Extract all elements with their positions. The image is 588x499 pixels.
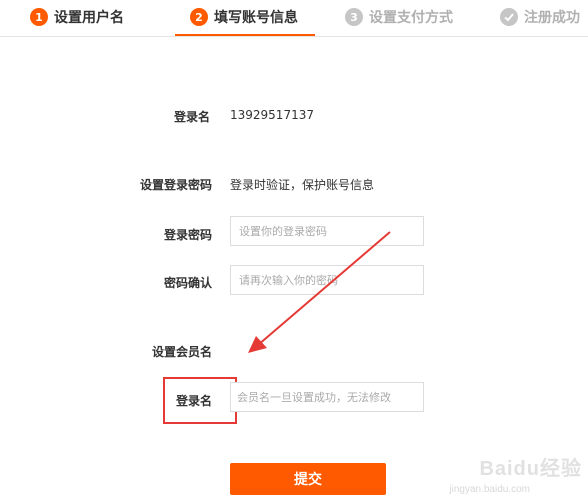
baidu-watermark-url: jingyan.baidu.com	[449, 484, 530, 495]
step-label: 设置用户名	[54, 10, 124, 26]
step-number-badge: 1	[30, 8, 48, 26]
member-name-placeholder: 会员名一旦设置成功，无法修改	[237, 391, 391, 404]
password-label: 登录密码	[163, 228, 212, 242]
steps-divider	[0, 36, 588, 37]
step-set-payment: 3 设置支付方式	[345, 5, 453, 29]
password-placeholder: 设置你的登录密码	[239, 225, 327, 238]
registration-steps: 1 设置用户名 2 填写账号信息 3 设置支付方式 注册成功	[0, 0, 588, 38]
member-name-input[interactable]: 会员名一旦设置成功，无法修改	[230, 382, 424, 412]
annotation-arrow-icon	[248, 231, 391, 353]
set-password-section-label: 设置登录密码	[139, 178, 212, 192]
set-password-hint: 登录时验证，保护账号信息	[230, 178, 375, 192]
step-register-success: 注册成功	[500, 5, 580, 29]
step-label: 注册成功	[524, 10, 580, 26]
step-fill-account-info: 2 填写账号信息	[190, 5, 298, 29]
confirm-password-label: 密码确认	[163, 276, 212, 290]
baidu-watermark: Baidu经验	[479, 458, 582, 480]
step-number-badge: 3	[345, 8, 363, 26]
check-icon	[500, 8, 518, 26]
step-number-badge: 2	[190, 8, 208, 26]
step-set-username: 1 设置用户名	[30, 5, 124, 29]
member-name-section-label: 设置会员名	[151, 345, 212, 359]
login-name-label: 登录名	[173, 110, 210, 124]
step-label: 填写账号信息	[214, 10, 298, 26]
login-name-value: 13929517137	[230, 108, 314, 122]
confirm-password-placeholder: 请再次输入你的密码	[239, 274, 338, 287]
confirm-password-input[interactable]: 请再次输入你的密码	[230, 265, 424, 295]
submit-button[interactable]: 提交	[230, 463, 386, 495]
password-input[interactable]: 设置你的登录密码	[230, 216, 424, 246]
step-label: 设置支付方式	[369, 10, 453, 26]
member-login-name-label: 登录名	[175, 394, 212, 408]
